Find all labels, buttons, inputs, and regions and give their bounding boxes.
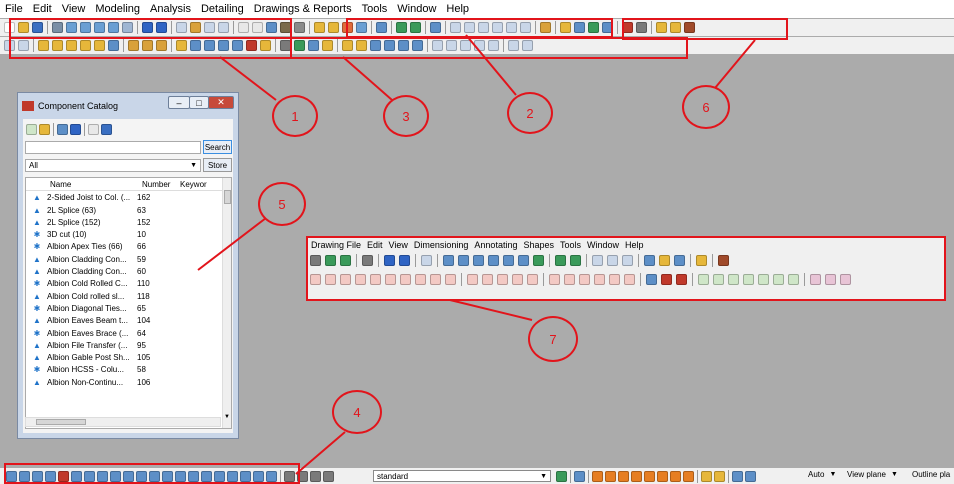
callout-2: 2 bbox=[507, 92, 553, 134]
callout-5: 5 bbox=[258, 182, 306, 226]
connector-6 bbox=[714, 39, 756, 89]
callout-1: 1 bbox=[272, 95, 318, 137]
annotation-connectors bbox=[197, 34, 756, 475]
callout-6: 6 bbox=[682, 85, 730, 129]
connector-1 bbox=[219, 56, 277, 101]
callout-7: 7 bbox=[528, 316, 578, 362]
callout-3: 3 bbox=[383, 95, 429, 137]
connector-2 bbox=[465, 34, 517, 96]
connector-7 bbox=[449, 299, 533, 321]
connector-3 bbox=[342, 56, 393, 101]
connector-5 bbox=[197, 217, 267, 271]
callout-4: 4 bbox=[332, 390, 382, 434]
connector-4 bbox=[295, 431, 346, 475]
